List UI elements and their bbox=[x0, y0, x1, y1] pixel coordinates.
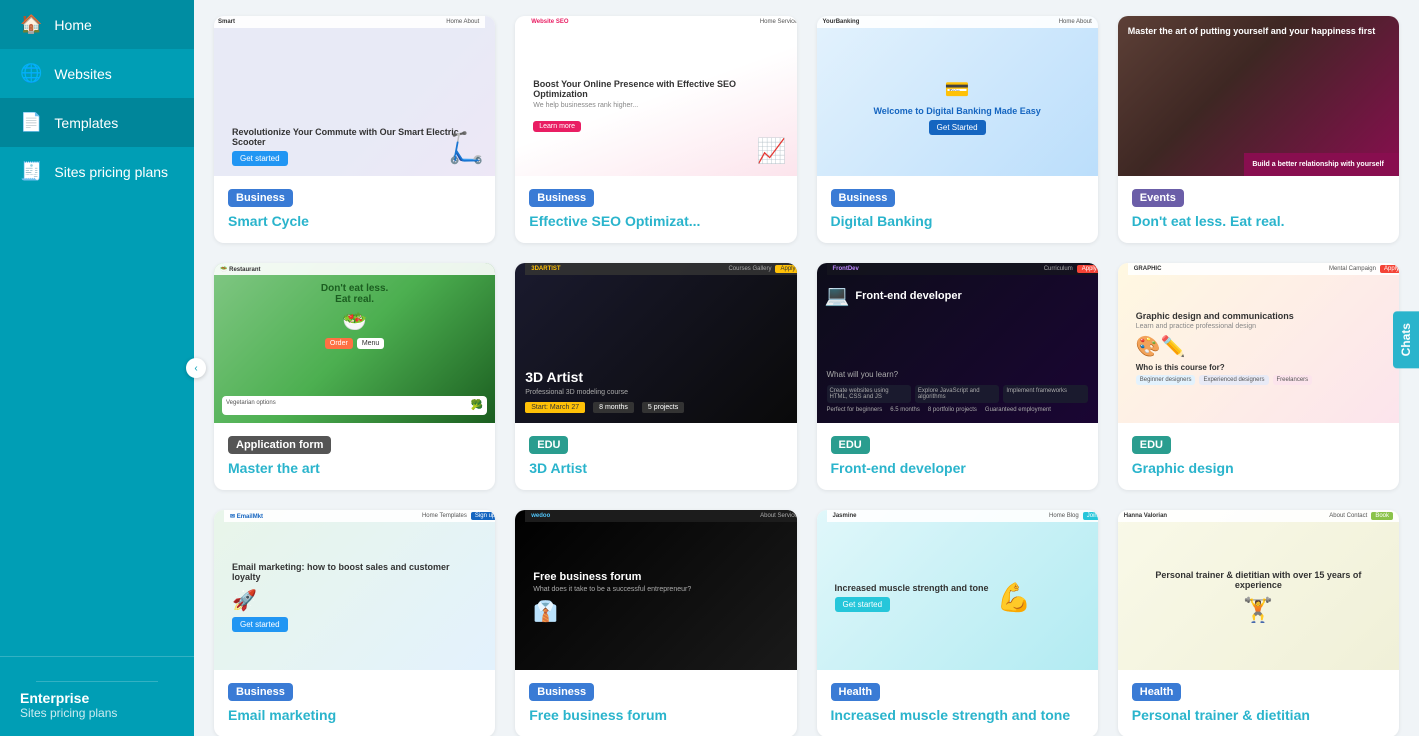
card-muscle-title: Increased muscle strength and tone bbox=[831, 707, 1084, 723]
card-dont-eat-events-badge: Events bbox=[1132, 189, 1184, 207]
sidebar-item-websites-label: Websites bbox=[54, 66, 111, 82]
card-master-art-badge: Application form bbox=[228, 436, 331, 454]
templates-icon: 📄 bbox=[20, 112, 42, 133]
card-smart-cycle-image: Smart Home About Revolutionize Your Comm… bbox=[214, 16, 495, 176]
card-banking-badge: Business bbox=[831, 189, 896, 207]
card-graphic-image: GRAPHIC Mental Campaign Apply Graphic de… bbox=[1118, 263, 1399, 423]
card-email-title: Email marketing bbox=[228, 707, 481, 723]
card-trainer-body: Health Personal trainer & dietitian bbox=[1118, 670, 1399, 736]
sidebar-item-pricing[interactable]: 🧾 Sites pricing plans bbox=[0, 147, 194, 196]
card-banking[interactable]: YourBanking Home About 💳 Welcome to Digi… bbox=[817, 16, 1098, 243]
card-graphic-body: EDU Graphic design bbox=[1118, 423, 1399, 490]
card-muscle-image: Jasmine Home Blog Join Increased muscle … bbox=[817, 510, 1098, 670]
card-trainer-title: Personal trainer & dietitian bbox=[1132, 707, 1385, 723]
card-trainer-badge: Health bbox=[1132, 683, 1182, 701]
card-seo[interactable]: Website SEO Home Services Boost Your Onl… bbox=[515, 16, 796, 243]
sidebar-item-templates-label: Templates bbox=[54, 115, 118, 131]
sidebar-item-websites[interactable]: 🌐 Websites bbox=[0, 49, 194, 98]
card-forum-image: wedoo About Services Free business forum… bbox=[515, 510, 796, 670]
card-master-art[interactable]: 🥗 Restaurant Don't eat less.Eat real. 🥗 … bbox=[214, 263, 495, 490]
sidebar: 🏠 Home 🌐 Websites 📄 Templates 🧾 Sites pr… bbox=[0, 0, 194, 736]
chats-button[interactable]: Chats bbox=[1393, 311, 1419, 368]
card-banking-body: Business Digital Banking bbox=[817, 176, 1098, 243]
card-trainer-image: Hanna Valorian About Contact Book Person… bbox=[1118, 510, 1399, 670]
card-forum-badge: Business bbox=[529, 683, 594, 701]
card-smart-cycle-badge: Business bbox=[228, 189, 293, 207]
card-trainer[interactable]: Hanna Valorian About Contact Book Person… bbox=[1118, 510, 1399, 736]
card-3d-artist-title: 3D Artist bbox=[529, 460, 782, 476]
sidebar-enterprise: Enterprise Sites pricing plans bbox=[0, 656, 194, 736]
card-dont-eat-events[interactable]: Master the art of putting yourself and y… bbox=[1118, 16, 1399, 243]
card-graphic-badge: EDU bbox=[1132, 436, 1171, 454]
card-forum-body: Business Free business forum bbox=[515, 670, 796, 736]
card-email-body: Business Email marketing bbox=[214, 670, 495, 736]
enterprise-title: Enterprise bbox=[20, 690, 174, 706]
card-muscle-badge: Health bbox=[831, 683, 881, 701]
card-3d-artist-image: 3DARTIST Courses Gallery Apply 3D Artist… bbox=[515, 263, 796, 423]
card-frontend-badge: EDU bbox=[831, 436, 870, 454]
card-frontend-image: FrontDev Curriculum Apply 💻 Front-end de… bbox=[817, 263, 1098, 423]
card-seo-badge: Business bbox=[529, 189, 594, 207]
card-dont-eat-events-image: Master the art of putting yourself and y… bbox=[1118, 16, 1399, 176]
card-seo-body: Business Effective SEO Optimizat... bbox=[515, 176, 796, 243]
sidebar-item-home[interactable]: 🏠 Home bbox=[0, 0, 194, 49]
card-3d-artist-body: EDU 3D Artist bbox=[515, 423, 796, 490]
card-banking-image: YourBanking Home About 💳 Welcome to Digi… bbox=[817, 16, 1098, 176]
card-graphic-title: Graphic design bbox=[1132, 460, 1385, 476]
sidebar-item-home-label: Home bbox=[54, 17, 91, 33]
card-master-art-title: Master the art bbox=[228, 460, 481, 476]
card-muscle[interactable]: Jasmine Home Blog Join Increased muscle … bbox=[817, 510, 1098, 736]
card-seo-title: Effective SEO Optimizat... bbox=[529, 213, 782, 229]
card-master-art-body: Application form Master the art bbox=[214, 423, 495, 490]
card-muscle-body: Health Increased muscle strength and ton… bbox=[817, 670, 1098, 736]
card-forum[interactable]: wedoo About Services Free business forum… bbox=[515, 510, 796, 736]
sidebar-item-templates[interactable]: 📄 Templates bbox=[0, 98, 194, 147]
card-dont-eat-events-body: Events Don't eat less. Eat real. bbox=[1118, 176, 1399, 243]
card-smart-cycle[interactable]: Smart Home About Revolutionize Your Comm… bbox=[214, 16, 495, 243]
card-frontend-body: EDU Front-end developer bbox=[817, 423, 1098, 490]
websites-icon: 🌐 bbox=[20, 63, 42, 84]
pricing-icon: 🧾 bbox=[20, 161, 42, 182]
card-frontend[interactable]: FrontDev Curriculum Apply 💻 Front-end de… bbox=[817, 263, 1098, 490]
card-banking-title: Digital Banking bbox=[831, 213, 1084, 229]
main-content: Smart Home About Revolutionize Your Comm… bbox=[194, 0, 1419, 736]
sidebar-item-pricing-label: Sites pricing plans bbox=[54, 164, 168, 180]
sidebar-collapse-button[interactable]: ‹ bbox=[186, 358, 206, 378]
card-3d-artist[interactable]: 3DARTIST Courses Gallery Apply 3D Artist… bbox=[515, 263, 796, 490]
card-seo-image: Website SEO Home Services Boost Your Onl… bbox=[515, 16, 796, 176]
card-dont-eat-events-title: Don't eat less. Eat real. bbox=[1132, 213, 1385, 229]
home-icon: 🏠 bbox=[20, 14, 42, 35]
card-3d-artist-badge: EDU bbox=[529, 436, 568, 454]
card-email-badge: Business bbox=[228, 683, 293, 701]
enterprise-subtitle: Sites pricing plans bbox=[20, 706, 174, 720]
card-graphic[interactable]: GRAPHIC Mental Campaign Apply Graphic de… bbox=[1118, 263, 1399, 490]
card-forum-title: Free business forum bbox=[529, 707, 782, 723]
card-smart-cycle-body: Business Smart Cycle bbox=[214, 176, 495, 243]
card-smart-cycle-title: Smart Cycle bbox=[228, 213, 481, 229]
templates-grid: Smart Home About Revolutionize Your Comm… bbox=[214, 16, 1399, 736]
card-frontend-title: Front-end developer bbox=[831, 460, 1084, 476]
card-email[interactable]: ✉ EmailMkt Home Templates Sign up Email … bbox=[214, 510, 495, 736]
card-email-image: ✉ EmailMkt Home Templates Sign up Email … bbox=[214, 510, 495, 670]
card-master-art-image: 🥗 Restaurant Don't eat less.Eat real. 🥗 … bbox=[214, 263, 495, 423]
